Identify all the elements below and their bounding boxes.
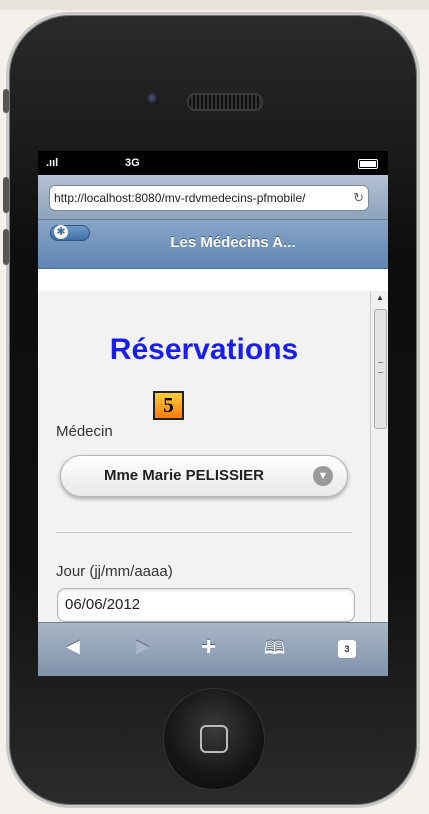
jour-input[interactable]: 06/06/2012 xyxy=(57,588,355,622)
page-background xyxy=(0,0,429,10)
main-content: Réservations 5 Médecin Mme Marie PELISSI… xyxy=(38,291,370,622)
browser-url-bar: http://localhost:8080/mv-rdvmedecins-pfm… xyxy=(38,175,388,220)
scrollbar[interactable]: ▲ xyxy=(370,291,388,622)
medecin-select[interactable]: Mme Marie PELISSIER ▼ xyxy=(60,455,348,497)
scroll-up-icon[interactable]: ▲ xyxy=(376,293,384,302)
mute-switch xyxy=(3,89,9,113)
divider xyxy=(56,532,352,533)
url-text: http://localhost:8080/mv-rdvmedecins-pfm… xyxy=(54,191,306,205)
page-title: Réservations xyxy=(109,333,299,366)
chevron-down-icon: ▼ xyxy=(313,466,333,486)
carrier-label: 3G xyxy=(125,157,140,169)
phone-screen: .ııl 3G http://localhost:8080/mv-rdvmede… xyxy=(38,151,388,676)
reload-icon[interactable]: ↻ xyxy=(353,186,364,210)
tabs-icon[interactable]: 3 xyxy=(338,640,356,658)
status-bar: .ııl 3G xyxy=(38,151,388,175)
header-title: Les Médecins A... xyxy=(170,234,296,251)
camera-icon xyxy=(147,93,159,105)
battery-icon xyxy=(358,159,378,169)
home-square-icon xyxy=(200,725,228,753)
jour-label: Jour (jj/mm/aaaa) xyxy=(56,563,173,580)
volume-up-button xyxy=(3,177,9,213)
browser-toolbar: ◀ ▶ + 🕮 3 xyxy=(38,622,388,676)
add-icon[interactable]: + xyxy=(201,631,216,662)
speaker-grille xyxy=(187,93,263,111)
signal-icon: .ııl xyxy=(46,157,59,169)
app-header: ✱ Les Médecins A... xyxy=(38,220,388,269)
volume-down-button xyxy=(3,229,9,265)
grip-icon xyxy=(378,362,383,373)
scroll-thumb[interactable] xyxy=(374,309,387,429)
medecin-select-value: Mme Marie PELISSIER xyxy=(103,467,265,484)
medecin-label: Médecin xyxy=(56,423,113,440)
forward-icon[interactable]: ▶ xyxy=(136,636,150,657)
url-input[interactable]: http://localhost:8080/mv-rdvmedecins-pfm… xyxy=(49,185,369,211)
back-icon[interactable]: ◀ xyxy=(66,636,80,657)
count-badge: 5 xyxy=(153,391,184,420)
bookmarks-icon[interactable]: 🕮 xyxy=(264,636,285,666)
home-button[interactable] xyxy=(163,688,265,790)
